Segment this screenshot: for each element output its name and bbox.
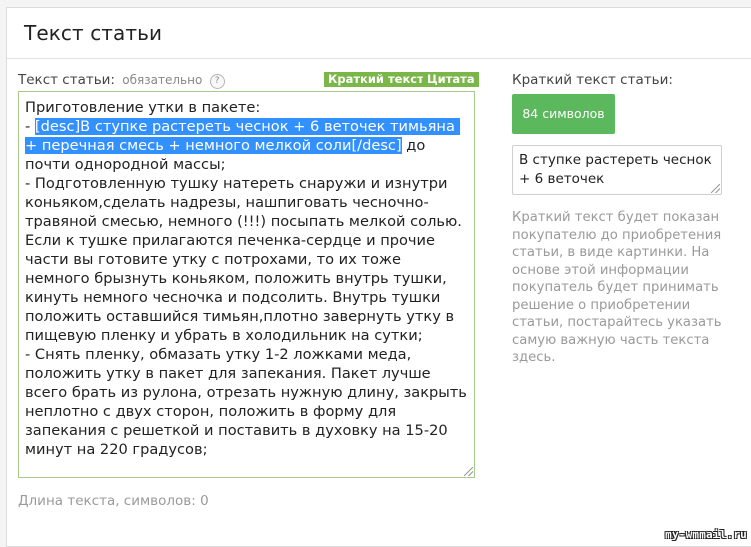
insert-short-text-button[interactable]: Краткий текст	[324, 72, 428, 87]
panel-title: Текст статьи	[24, 21, 163, 45]
panel-header: Текст статьи	[7, 8, 751, 59]
required-note: обязательно	[122, 73, 203, 87]
editor-selected-text: [desc]В ступке растереть чеснок + 6 вето…	[25, 118, 460, 154]
char-count-badge: 84 символов	[512, 94, 615, 134]
insert-quote-button[interactable]: Цитата	[423, 72, 479, 87]
article-text-editor[interactable]: Приготовление утки в пакете: - [desc]В с…	[18, 91, 475, 478]
article-text-label-text: Текст статьи:	[18, 72, 115, 88]
short-text-preview[interactable]: В ступке растереть чеснок + 6 веточек	[512, 145, 722, 195]
site-watermark: my-wmmail.ru	[665, 528, 747, 541]
short-text-value: В ступке растереть чеснок + 6 веточек	[519, 152, 712, 187]
article-text-label: Текст статьи: обязательно ?	[18, 72, 225, 89]
resize-grip-icon[interactable]	[464, 467, 473, 476]
text-length-info: Длина текста, символов: 0	[18, 493, 209, 509]
help-icon[interactable]: ?	[209, 74, 225, 89]
resize-grip-icon[interactable]	[711, 184, 720, 193]
editor-text-after: до почти однородной массы; - Подготовлен…	[25, 137, 467, 458]
short-text-label: Краткий текст статьи:	[512, 72, 673, 88]
short-text-hint: Краткий текст будет показан покупателю д…	[512, 210, 722, 365]
